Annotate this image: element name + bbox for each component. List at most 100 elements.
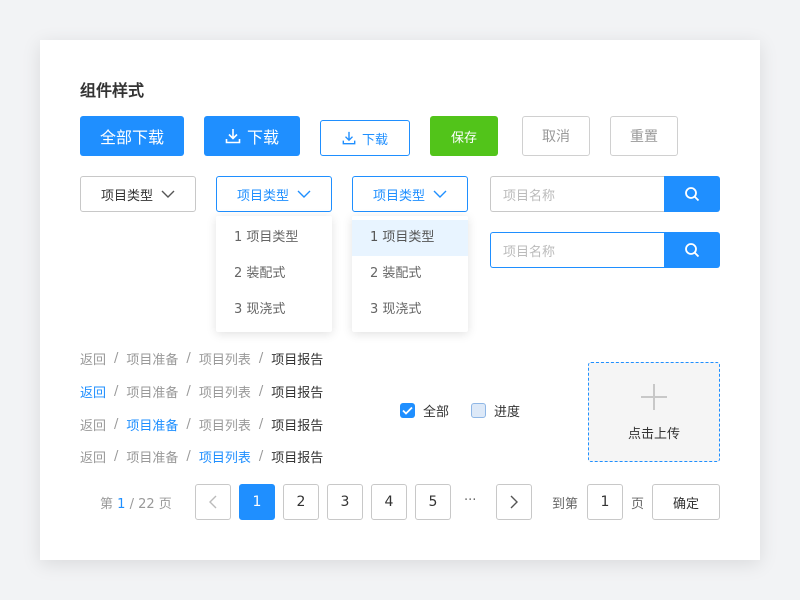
chevron-right-icon [510,495,518,509]
dropdown-option[interactable]: 1 项目类型 [216,220,332,256]
breadcrumb-item[interactable]: 项目列表 [199,415,251,434]
select-value: 项目类型 [100,188,153,204]
checkbox-progress[interactable]: 进度 [471,401,520,420]
dropdown-option[interactable]: 3 现浇式 [216,292,332,328]
save-button[interactable]: 保存 [430,116,498,156]
breadcrumb-item[interactable]: 返回 [80,415,106,434]
download-icon [342,131,356,145]
dropdown-option[interactable]: 3 现浇式 [352,292,468,328]
select-value: 项目类型 [372,188,425,204]
cancel-button[interactable]: 取消 [522,116,590,156]
pagination-ellipsis: ··· [464,493,477,508]
page-button[interactable]: 2 [283,484,319,520]
confirm-button[interactable]: 确定 [652,484,720,520]
breadcrumb-current: 项目报告 [271,353,324,368]
page-button[interactable]: 4 [371,484,407,520]
breadcrumb-separator: / [114,449,119,464]
breadcrumb-separator: / [258,384,264,399]
breadcrumb-separator: / [114,351,119,366]
plus-icon [641,383,667,410]
goto-suffix: 页 [631,497,645,512]
reset-label: 重置 [630,129,658,145]
breadcrumb-separator: / [258,351,264,366]
breadcrumb-current: 项目报告 [271,451,324,466]
breadcrumb-separator: / [114,417,119,432]
breadcrumb: 返回 / 项目准备 / 项目列表 / 项目报告 [80,349,323,368]
breadcrumb-item-active[interactable]: 返回 [80,382,106,401]
search-box-focused: 项目名称 [490,232,720,268]
dropdown-option[interactable]: 2 装配式 [352,256,468,292]
pagination-suffix: 页 [158,497,172,512]
breadcrumb-item[interactable]: 项目准备 [126,447,178,466]
breadcrumb-item-active[interactable]: 项目准备 [126,415,178,434]
pagination-total: / 22 [129,497,155,512]
checkbox-unchecked-icon [471,403,486,418]
next-page-button[interactable] [496,484,532,520]
chevron-down-icon [297,190,311,198]
breadcrumb-item[interactable]: 项目列表 [199,349,251,368]
breadcrumb-separator: / [186,351,191,366]
page-button[interactable]: 3 [327,484,363,520]
select-dropdown-hover: 1 项目类型 2 装配式 3 现浇式 [352,216,468,332]
breadcrumb: 返回 / 项目准备 / 项目列表 / 项目报告 [80,382,323,401]
breadcrumb-separator: / [114,384,119,399]
upload-area[interactable]: 点击上传 [588,362,720,462]
search-input[interactable]: 项目名称 [490,232,664,268]
select-dropdown: 1 项目类型 2 装配式 3 现浇式 [216,216,332,332]
pagination-info: 第 1 / 22 页 [100,493,172,512]
search-box: 项目名称 [490,176,720,212]
breadcrumb-separator: / [186,417,191,432]
breadcrumb: 返回 / 项目准备 / 项目列表 / 项目报告 [80,447,323,466]
download-button[interactable]: 下载 [204,116,300,156]
reset-button[interactable]: 重置 [610,116,678,156]
breadcrumb-separator: / [258,449,264,464]
goto-label: 到第 [552,497,579,512]
pagination-current: 1 [117,497,126,512]
breadcrumb-current: 项目报告 [271,386,324,401]
breadcrumb-item[interactable]: 项目准备 [126,382,178,401]
download-icon [225,129,241,144]
chevron-down-icon [433,190,447,198]
goto-page-input[interactable]: 1 [587,484,623,520]
checkbox-checked-icon [400,403,415,418]
chevron-down-icon [161,190,175,198]
chevron-left-icon [209,495,217,509]
breadcrumb-item[interactable]: 返回 [80,349,106,368]
breadcrumb-item[interactable]: 返回 [80,447,106,466]
breadcrumb-separator: / [186,384,191,399]
breadcrumb-item[interactable]: 项目列表 [199,382,251,401]
download-all-label: 全部下载 [99,128,164,147]
checkbox-label: 进度 [494,405,521,420]
search-input[interactable]: 项目名称 [490,176,664,212]
breadcrumb-item[interactable]: 项目准备 [126,349,178,368]
checkbox-label: 全部 [423,405,450,420]
breadcrumb-current: 项目报告 [271,419,324,434]
project-type-select[interactable]: 项目类型 [80,176,196,212]
breadcrumb-separator: / [258,417,264,432]
prev-page-button[interactable] [195,484,231,520]
page-button-current[interactable]: 1 [239,484,275,520]
download-outline-label: 下载 [361,132,388,148]
search-icon [685,187,700,202]
breadcrumb-separator: / [186,449,191,464]
checkbox-all[interactable]: 全部 [400,401,449,420]
save-label: 保存 [450,130,477,146]
project-type-select-hover[interactable]: 项目类型 [352,176,468,212]
cancel-label: 取消 [542,129,570,145]
pagination-prefix: 第 [100,497,114,512]
breadcrumb-item-active[interactable]: 项目列表 [199,447,251,466]
page-button[interactable]: 5 [415,484,451,520]
breadcrumb: 返回 / 项目准备 / 项目列表 / 项目报告 [80,415,323,434]
upload-label: 点击上传 [627,426,680,442]
download-outline-button[interactable]: 下载 [320,120,410,156]
search-button[interactable] [664,176,720,212]
dropdown-option[interactable]: 2 装配式 [216,256,332,292]
project-type-select-open[interactable]: 项目类型 [216,176,332,212]
page-title: 组件样式 [80,81,145,100]
download-label: 下载 [246,128,279,147]
dropdown-option-highlighted[interactable]: 1 项目类型 [352,220,468,256]
component-card: 组件样式 全部下载 下载 下载 保存 取消 重置 项目类型 项目类型 项目类型 … [40,40,760,560]
search-icon [685,243,700,258]
search-button[interactable] [664,232,720,268]
download-all-button[interactable]: 全部下载 [80,116,184,156]
